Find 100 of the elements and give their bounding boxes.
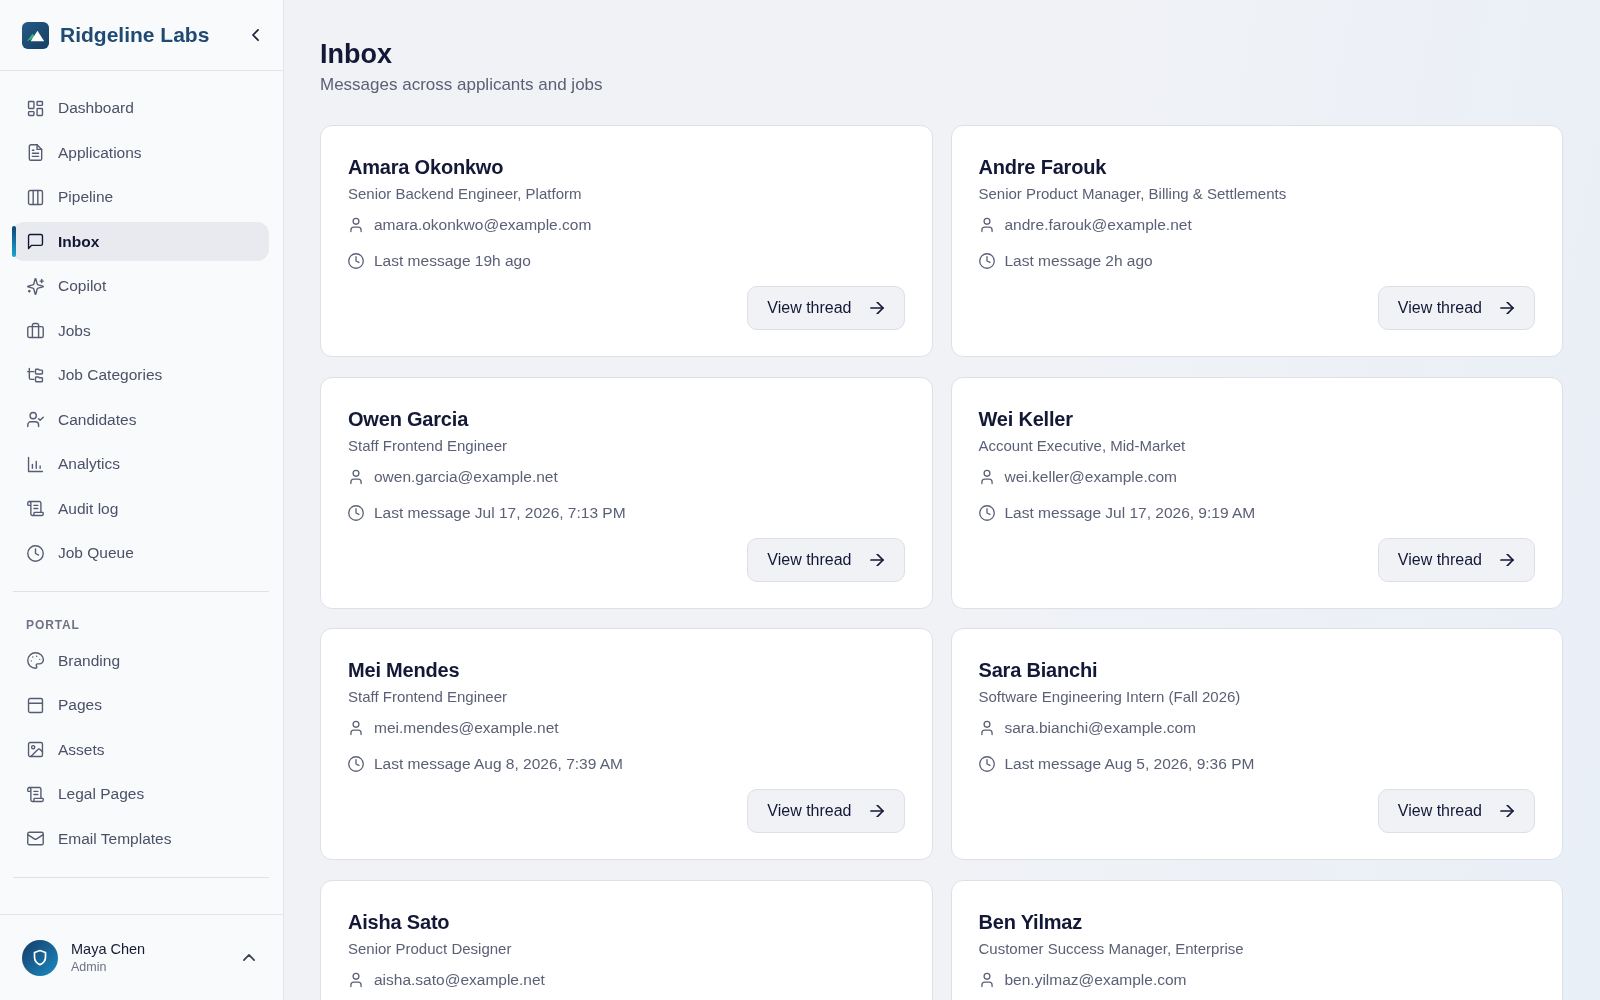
chat-bubble-icon — [27, 233, 44, 250]
email-address: ben.yilmaz@example.com — [1004, 970, 1187, 989]
contact-name: Andre Farouk — [978, 155, 1107, 179]
nav-item[interactable]: Inbox — [12, 222, 269, 261]
page-subtitle: Messages across applicants and jobs — [320, 74, 604, 96]
grid-icon — [27, 99, 44, 117]
last-message-time: Last message Jul 17, 2026, 7:13 PM — [374, 503, 626, 522]
user-role: Admin — [71, 958, 108, 976]
contact-name: Wei Keller — [978, 406, 1073, 431]
arrow-right-icon — [1500, 805, 1514, 817]
job-title: Staff Frontend Engineer — [348, 687, 507, 707]
email-address: amara.okonkwo@example.com — [374, 216, 592, 234]
user-check-icon — [27, 411, 44, 428]
scroll-icon — [27, 785, 44, 803]
contact-name: Aisha Sato — [348, 909, 450, 934]
email-address: mei.mendes@example.net — [374, 719, 559, 737]
email-address: aisha.sato@example.net — [374, 970, 545, 989]
view-thread-button[interactable]: View thread — [747, 789, 905, 833]
user-icon — [348, 217, 364, 233]
columns-icon — [27, 188, 44, 206]
user-icon — [348, 720, 364, 736]
email-address: wei.keller@example.com — [1004, 467, 1177, 486]
last-message-time: Last message 19h ago — [374, 252, 531, 270]
chevron-left-icon — [252, 29, 259, 41]
nav-item[interactable]: Dashboard — [12, 88, 269, 128]
nav-item[interactable]: Branding — [12, 641, 269, 680]
view-thread-button[interactable]: View thread — [747, 537, 905, 582]
active-indicator — [12, 226, 16, 257]
section-heading: PORTAL — [25, 616, 81, 633]
collapse-sidebar-button[interactable] — [252, 29, 259, 41]
nav-item[interactable]: Job Queue — [12, 533, 269, 573]
arrow-right-icon — [869, 805, 884, 817]
page-title: Inbox — [320, 38, 393, 70]
last-message-time: Last message Jul 17, 2026, 9:19 AM — [1004, 503, 1256, 522]
mountain-logo-icon — [22, 21, 49, 49]
view-thread-button[interactable]: View thread — [1377, 286, 1535, 330]
last-message-time: Last message 2h ago — [1004, 252, 1153, 270]
nav-item[interactable]: Analytics — [12, 444, 269, 484]
clock-icon — [348, 253, 364, 269]
image-icon — [27, 741, 44, 758]
job-title: Senior Backend Engineer, Platform — [348, 184, 582, 204]
email-address: sara.bianchi@example.com — [1004, 719, 1196, 737]
account-menu-button[interactable] — [243, 954, 255, 961]
arrow-right-icon — [869, 553, 884, 566]
last-message-time: Last message Aug 8, 2026, 7:39 AM — [374, 755, 624, 773]
user-icon — [348, 468, 364, 485]
contact-name: Sara Bianchi — [978, 658, 1098, 682]
user-icon — [348, 971, 364, 988]
briefcase-icon — [27, 322, 44, 339]
shield-avatar-icon — [22, 939, 58, 976]
job-title: Customer Success Manager, Enterprise — [978, 938, 1244, 959]
nav-item[interactable]: Job Categories — [12, 355, 269, 395]
clock-icon — [978, 253, 995, 269]
user-name: Maya Chen — [71, 939, 146, 959]
nav-item[interactable]: Pages — [12, 685, 269, 725]
user-icon — [978, 217, 995, 233]
nav-item[interactable]: Jobs — [12, 311, 269, 350]
clock-icon — [27, 544, 44, 562]
email-address: andre.farouk@example.net — [1004, 216, 1192, 234]
job-title: Account Executive, Mid-Market — [978, 435, 1186, 456]
job-title: Staff Frontend Engineer — [348, 435, 507, 456]
contact-name: Mei Mendes — [348, 658, 460, 682]
view-thread-button[interactable]: View thread — [1377, 789, 1535, 833]
arrow-right-icon — [1500, 553, 1514, 566]
job-title: Senior Product Designer — [348, 938, 512, 959]
nav-item[interactable]: Candidates — [12, 400, 269, 439]
nav-item[interactable]: Audit log — [12, 489, 269, 528]
job-title: Software Engineering Intern (Fall 2026) — [978, 687, 1241, 707]
nav-item[interactable]: Pipeline — [12, 177, 269, 217]
email-address: owen.garcia@example.net — [374, 467, 558, 486]
clock-icon — [978, 756, 995, 772]
chevron-up-icon — [243, 954, 255, 961]
sparkle-icon — [27, 277, 44, 295]
arrow-right-icon — [869, 302, 884, 314]
nav-item[interactable]: Legal Pages — [12, 774, 269, 814]
scroll-icon — [27, 500, 44, 517]
panel-icon — [27, 696, 44, 714]
contact-name: Ben Yilmaz — [978, 909, 1083, 934]
brand-name: Ridgeline Labs — [60, 23, 210, 47]
document-icon — [27, 144, 44, 161]
nav-item[interactable]: Applications — [12, 133, 269, 172]
folder-tree-icon — [27, 366, 44, 384]
user-icon — [978, 468, 995, 485]
job-title: Senior Product Manager, Billing & Settlements — [978, 184, 1287, 204]
last-message-time: Last message Aug 5, 2026, 9:36 PM — [1004, 755, 1255, 773]
clock-icon — [348, 504, 364, 521]
user-icon — [978, 971, 995, 988]
palette-icon — [27, 652, 44, 669]
clock-icon — [348, 756, 364, 772]
view-thread-button[interactable]: View thread — [747, 286, 905, 330]
bar-chart-icon — [27, 455, 44, 473]
arrow-right-icon — [1500, 302, 1514, 314]
nav-item[interactable]: Email Templates — [12, 819, 269, 858]
nav-item[interactable]: Assets — [12, 730, 269, 769]
contact-name: Amara Okonkwo — [348, 155, 504, 179]
envelope-icon — [27, 830, 44, 847]
view-thread-button[interactable]: View thread — [1377, 537, 1535, 582]
contact-name: Owen Garcia — [348, 406, 469, 431]
nav-item[interactable]: Copilot — [12, 266, 269, 306]
clock-icon — [978, 504, 995, 521]
